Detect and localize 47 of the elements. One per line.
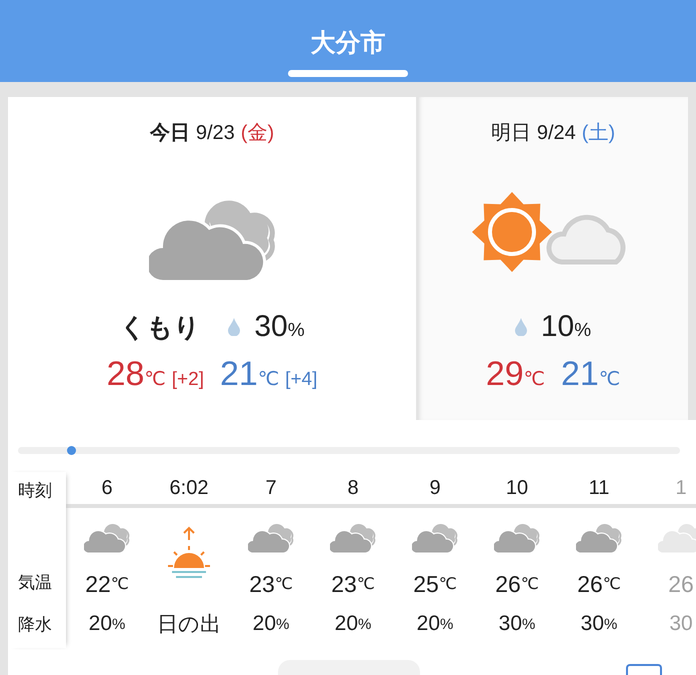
temp-cell-text: 26℃ xyxy=(495,570,539,598)
temp-cell-text: 23℃ xyxy=(249,570,293,598)
hour-cell: 7 xyxy=(230,472,312,508)
precip-cell-text: 20% xyxy=(88,611,126,637)
weekday-text: (金) xyxy=(240,121,274,146)
high-diff: [+2] xyxy=(172,369,204,390)
precip-cell-text: 20% xyxy=(334,611,372,637)
hour-cell: 10 xyxy=(476,472,558,508)
condition-text: くもり xyxy=(119,310,200,344)
temp-cell-text: 22℃ xyxy=(85,570,129,598)
weekday-text: (土) xyxy=(582,121,616,146)
hour-cell: 8 xyxy=(312,472,394,508)
low-temp: 21℃ xyxy=(561,355,620,393)
hour-cell: 6 xyxy=(66,472,148,508)
precip-cell-text: 30% xyxy=(498,611,536,637)
date-text: 9/24 xyxy=(536,122,576,145)
high-temp: 29℃ xyxy=(486,355,545,393)
precip-cell-text: 20% xyxy=(416,611,454,637)
day-panel[interactable]: 明日 9/24 (土) 10% 29℃ 21℃ xyxy=(418,97,688,420)
day-label: 今日 xyxy=(150,121,190,146)
hour-cell: 11 xyxy=(558,472,640,508)
hour-cell: 9 xyxy=(394,472,476,508)
hour-cell: 6:02 xyxy=(148,472,230,508)
temp-cell-text: 23℃ xyxy=(331,570,375,598)
high-temp: 28℃ xyxy=(106,355,166,393)
precip-cell-text: 30% xyxy=(580,611,618,637)
raindrop-icon xyxy=(514,318,527,336)
slider-thumb[interactable] xyxy=(66,446,76,455)
day-panel[interactable]: 今日 9/23 (金) くもり 30% 28℃ [+2] 21℃ [+4] xyxy=(8,97,416,420)
row-label: 気温 xyxy=(17,572,53,594)
date-text: 9/23 xyxy=(196,122,235,145)
precip-chance: 10% xyxy=(540,310,592,344)
low-temp: 21℃ xyxy=(220,355,280,393)
row-label: 時刻 xyxy=(17,480,53,502)
precip-cell-text: 30 xyxy=(669,611,693,637)
low-diff: [+4] xyxy=(285,369,318,390)
timeline-slider[interactable] xyxy=(18,447,680,454)
precip-chance: 30% xyxy=(254,310,305,344)
temp-cell-text: 26℃ xyxy=(577,570,621,598)
sunrise-cell-text: 日の出 xyxy=(157,612,221,638)
raindrop-icon xyxy=(228,318,240,336)
precip-cell-text: 20% xyxy=(252,611,290,637)
temp-cell-text: 25℃ xyxy=(413,570,457,598)
row-label: 降水 xyxy=(17,614,53,636)
day-label: 明日 xyxy=(490,121,531,146)
temp-cell-text: 26 xyxy=(668,570,694,598)
hour-cell: 1 xyxy=(640,472,696,508)
